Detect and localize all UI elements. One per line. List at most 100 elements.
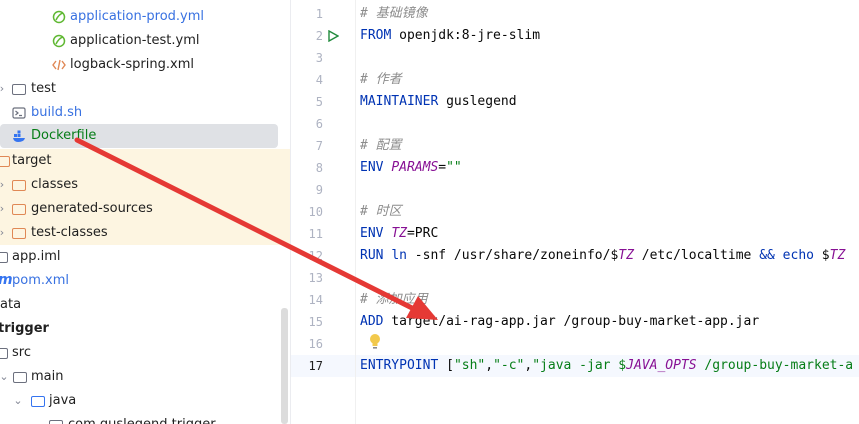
line-number: 4 — [315, 73, 323, 87]
code-line: ENV TZ=PRC — [360, 223, 438, 245]
line-number: 3 — [315, 51, 323, 65]
tree-item-label: application-test.yml — [70, 33, 200, 48]
variable: TZ — [618, 248, 634, 263]
tree-item-label: pom.xml — [12, 273, 69, 288]
comment: # 基础镜像 — [360, 6, 428, 21]
keyword: MAINTAINER — [360, 94, 439, 109]
line-number: 6 — [315, 117, 323, 131]
keyword: ENTRYPOINT — [360, 358, 439, 373]
tree-item-target[interactable]: target — [0, 149, 290, 173]
variable: JAVA_OPTS — [626, 358, 697, 373]
keyword: RUN — [360, 248, 384, 263]
comment: # 添加应用 — [360, 292, 428, 307]
tree-item-data[interactable]: ata — [0, 293, 290, 317]
run-icon[interactable] — [327, 30, 339, 42]
chevron-right-icon[interactable]: › — [0, 197, 8, 221]
tree-item-label: trigger — [0, 321, 49, 336]
string: "-c" — [493, 358, 525, 373]
comment: # 配置 — [360, 138, 402, 153]
string: "" — [446, 160, 462, 175]
tree-item-label: generated-sources — [31, 201, 153, 216]
line-number: 12 — [308, 249, 323, 263]
tree-item-label: classes — [31, 177, 79, 192]
line-number: 5 — [315, 95, 323, 109]
line-number: 11 — [308, 227, 323, 241]
code-text: = — [438, 160, 447, 175]
code-line: ENV PARAMS="" — [360, 157, 462, 179]
tree-item-label: build.sh — [31, 105, 83, 120]
tree-item-app-iml[interactable]: app.iml — [0, 245, 290, 269]
folder-icon — [12, 228, 26, 239]
tree-item-label: ata — [0, 297, 22, 312]
folder-icon — [13, 372, 27, 383]
chevron-down-icon[interactable]: ⌄ — [31, 413, 43, 424]
code-text: target/ai-rag-app.jar /group-buy-market-… — [383, 314, 760, 329]
tree-item-dockerfile[interactable]: Dockerfile — [0, 124, 278, 148]
chevron-right-icon[interactable]: › — [0, 77, 8, 101]
tree-item-pom-xml[interactable]: m pom.xml — [0, 269, 290, 293]
tree-item-build-sh[interactable]: build.sh — [0, 101, 290, 125]
lightbulb-icon[interactable] — [368, 333, 382, 351]
tree-item-label: test-classes — [31, 225, 108, 240]
line-number: 8 — [315, 161, 323, 175]
chevron-down-icon[interactable]: ⌄ — [0, 365, 10, 389]
tree-item-logback-spring-xml[interactable]: logback-spring.xml — [0, 53, 290, 77]
line-number: 17 — [308, 359, 323, 373]
tree-item-label: target — [12, 153, 52, 168]
code-line: FROM openjdk:8-jre-slim — [360, 25, 540, 47]
tree-item-application-prod-yml[interactable]: application-prod.yml — [0, 5, 290, 29]
tree-item-test-classes[interactable]: › test-classes — [0, 221, 290, 245]
tree-scrollbar[interactable] — [281, 308, 288, 424]
tree-item-label: com.guslegend.trigger — [68, 413, 216, 424]
tree-item-label: logback-spring.xml — [70, 57, 194, 72]
line-number: 16 — [308, 337, 323, 351]
comment: # 作者 — [360, 72, 402, 87]
keyword: ENV — [360, 160, 384, 175]
iml-icon — [0, 252, 8, 263]
folder-icon — [0, 156, 10, 167]
line-number: 13 — [308, 271, 323, 285]
line-number: 7 — [315, 139, 323, 153]
spring-leaf-icon — [52, 34, 66, 48]
tree-item-com-guslegend-trigger[interactable]: ⌄ com.guslegend.trigger — [0, 413, 290, 424]
variable: PARAMS — [391, 160, 439, 175]
chevron-right-icon[interactable]: › — [0, 221, 8, 245]
chevron-right-icon[interactable]: › — [0, 173, 8, 197]
tree-item-label: app.iml — [12, 249, 61, 264]
code-text: guslegend — [438, 94, 517, 109]
code-text: openjdk:8-jre-slim — [391, 28, 541, 43]
string: "java -jar $ — [532, 358, 627, 373]
keyword: echo — [782, 248, 814, 263]
tree-item-main[interactable]: ⌄ main — [0, 365, 290, 389]
code-text: [ — [438, 358, 454, 373]
variable: TZ — [829, 248, 846, 263]
code-line: ADD target/ai-rag-app.jar /group-buy-mar… — [360, 311, 759, 333]
string: "sh" — [453, 358, 486, 373]
tree-item-java[interactable]: ⌄ java — [0, 389, 290, 413]
string: /group-buy-market-a — [696, 358, 854, 373]
project-tree: application-prod.yml application-test.ym… — [0, 0, 291, 424]
code-line: # 配置 — [360, 135, 402, 157]
package-icon — [49, 420, 63, 424]
keyword: ENV — [360, 226, 384, 241]
code-line: RUN ln -snf /usr/share/zoneinfo/$TZ /etc… — [360, 245, 845, 267]
tree-item-src[interactable]: src — [0, 341, 290, 365]
tree-item-test[interactable]: › test — [0, 77, 290, 101]
code-editor[interactable]: 1 2 3 4 5 6 7 8 9 10 11 12 13 14 15 16 1… — [291, 0, 859, 424]
code-line: # 时区 — [360, 201, 402, 223]
line-number: 1 — [315, 7, 323, 21]
line-number: 14 — [308, 293, 323, 307]
line-number: 15 — [308, 315, 323, 329]
tree-item-application-test-yml[interactable]: application-test.yml — [0, 29, 290, 53]
code-line: ENTRYPOINT ["sh","-c","java -jar $JAVA_O… — [360, 355, 853, 377]
folder-icon — [0, 348, 8, 359]
tree-item-generated-sources[interactable]: › generated-sources — [0, 197, 290, 221]
tree-item-label: src — [12, 345, 31, 360]
comment: # 时区 — [360, 204, 402, 219]
code-text: -snf /usr/share/zoneinfo/$ — [406, 248, 619, 263]
tree-item-classes[interactable]: › classes — [0, 173, 290, 197]
line-number: 10 — [308, 205, 323, 219]
tree-item-trigger[interactable]: trigger — [0, 317, 290, 341]
chevron-down-icon[interactable]: ⌄ — [12, 389, 24, 413]
folder-icon — [31, 396, 45, 407]
